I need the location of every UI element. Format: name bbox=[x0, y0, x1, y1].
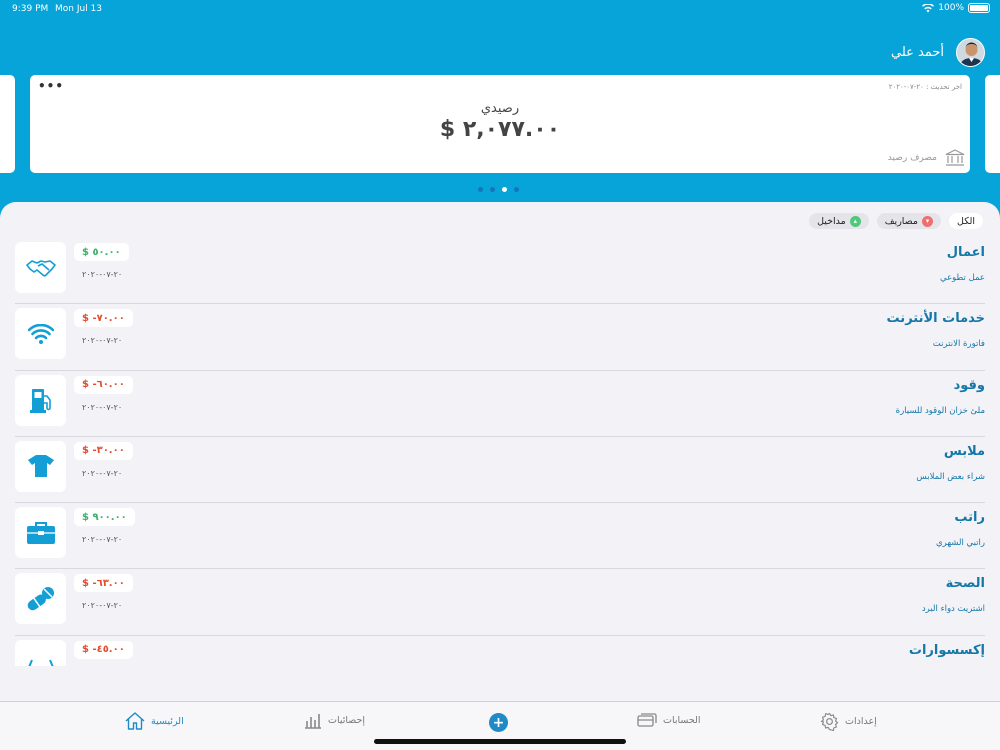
tab-stats[interactable]: إحصائيات bbox=[304, 712, 365, 729]
tab-home-label: الرئيسية bbox=[151, 715, 184, 727]
transaction-amount: $ -٦٣.٠٠ bbox=[74, 574, 133, 593]
card-menu-button[interactable]: ••• bbox=[38, 79, 64, 93]
transaction-subtitle: راتبي الشهري bbox=[936, 538, 985, 549]
transaction-row[interactable]: $ ٩٠٠.٠٠ ٢٠-٠٧-٢٠٢٠ راتب راتبي الشهري bbox=[15, 503, 985, 570]
filter-all-label: الكل bbox=[957, 215, 975, 227]
bank-icon bbox=[945, 149, 965, 166]
battery-icon bbox=[968, 3, 990, 13]
transaction-date: ٢٠-٠٧-٢٠٢٠ bbox=[82, 402, 123, 412]
transaction-title: راتب bbox=[954, 510, 985, 526]
transaction-icon-box bbox=[15, 507, 66, 559]
chevron-down-icon: ▾ bbox=[922, 215, 934, 227]
status-bar: 9:39 PM Mon Jul 13 100% bbox=[0, 0, 1000, 18]
transaction-row[interactable]: $ -٧٠.٠٠ ٢٠-٠٧-٢٠٢٠ خدمات الأنترنت فاتور… bbox=[15, 304, 985, 371]
bank-label-row: مصرف رصيد bbox=[888, 149, 965, 167]
next-account-card[interactable] bbox=[985, 75, 1000, 173]
tab-settings[interactable]: إعدادات bbox=[820, 712, 877, 731]
filter-income[interactable]: مداخيل ▴ bbox=[809, 213, 869, 229]
transaction-row[interactable]: $ -٦٠.٠٠ ٢٠-٠٧-٢٠٢٠ وقود ملئ خزان الوقود… bbox=[15, 371, 985, 437]
transaction-title: خدمات الأنترنت bbox=[886, 311, 985, 327]
transaction-icon-box bbox=[15, 308, 66, 360]
card-pager[interactable] bbox=[478, 187, 519, 192]
transaction-amount: $ -٧٠.٠٠ bbox=[74, 309, 133, 328]
transaction-amount: $ ٥٠.٠٠ bbox=[74, 243, 129, 261]
transaction-amount: $ ٩٠٠.٠٠ bbox=[74, 508, 135, 527]
transactions-sheet: الكل مصاريف ▾ مداخيل ▴ $ ٥٠.٠٠ ٢٠-٠٧-٢٠٢٠ … bbox=[0, 202, 1000, 702]
filter-all[interactable]: الكل bbox=[949, 213, 983, 229]
tab-stats-label: إحصائيات bbox=[328, 715, 365, 726]
tab-home[interactable]: الرئيسية bbox=[125, 712, 184, 730]
tab-accounts[interactable]: الحسابات bbox=[637, 712, 701, 728]
cards-icon bbox=[637, 713, 657, 727]
transaction-date: ٢٠-٠٧-٢٠٢٠ bbox=[82, 601, 123, 611]
transaction-row[interactable]: $ -٣٠.٠٠ ٢٠-٠٧-٢٠٢٠ ملابس شراء بعض الملا… bbox=[15, 437, 985, 504]
bar-chart-icon bbox=[305, 714, 321, 729]
transaction-subtitle: شراء بعض الملابس bbox=[916, 471, 985, 482]
transaction-row[interactable]: $ ٥٠.٠٠ ٢٠-٠٧-٢٠٢٠ اعمال عمل تطوعي bbox=[15, 238, 985, 305]
transaction-title: الصحة bbox=[945, 576, 985, 592]
pager-dot[interactable] bbox=[514, 187, 519, 192]
transaction-date: ٢٠-٠٧-٢٠٢٠ bbox=[82, 336, 123, 346]
pager-dot[interactable] bbox=[490, 187, 495, 192]
balance-amount: $ ٢,٠٧٧.٠٠ bbox=[439, 117, 561, 142]
transaction-subtitle: فاتورة الانترنت bbox=[932, 339, 985, 350]
transaction-title: ملابس bbox=[943, 443, 985, 459]
previous-account-card[interactable] bbox=[0, 75, 15, 173]
home-icon bbox=[125, 712, 145, 730]
balance-card[interactable]: ••• اخر تحديث : ٢٠-٠٧-٢٠٢٠ رصيدي $ ٢,٠٧٧… bbox=[30, 75, 970, 173]
handshake-icon bbox=[25, 259, 56, 277]
transaction-icon-box bbox=[15, 440, 66, 492]
glasses-icon bbox=[28, 659, 53, 666]
add-transaction-button[interactable]: + bbox=[489, 713, 508, 732]
transaction-subtitle: اشتريت دواء البرد bbox=[921, 604, 985, 615]
avatar[interactable] bbox=[956, 38, 985, 67]
pager-dot[interactable] bbox=[502, 187, 507, 192]
briefcase-icon bbox=[26, 521, 55, 544]
user-profile[interactable]: أحمد علي bbox=[891, 38, 985, 67]
user-name: أحمد علي bbox=[890, 45, 944, 60]
tab-settings-label: إعدادات bbox=[845, 716, 877, 727]
transaction-title: اعمال bbox=[946, 245, 985, 260]
transaction-title: إكسسوارات bbox=[908, 642, 985, 658]
tab-accounts-label: الحسابات bbox=[663, 714, 701, 726]
wifi-icon bbox=[27, 323, 54, 344]
transaction-icon-box bbox=[15, 242, 66, 293]
wifi-status-icon bbox=[922, 3, 935, 12]
transaction-title: وقود bbox=[953, 377, 985, 393]
tshirt-icon bbox=[27, 455, 54, 478]
transaction-date: ٢٠-٠٧-٢٠٢٠ bbox=[82, 535, 123, 545]
last-updated: اخر تحديث : ٢٠-٠٧-٢٠٢٠ bbox=[888, 83, 962, 91]
pager-dot[interactable] bbox=[478, 187, 483, 192]
filter-expenses-label: مصاريف bbox=[884, 215, 919, 227]
transaction-icon-box bbox=[15, 573, 66, 625]
transaction-subtitle: ملئ خزان الوقود للسيارة bbox=[895, 405, 985, 416]
transaction-icon-box bbox=[15, 374, 66, 426]
transaction-row[interactable]: $ -٦٣.٠٠ ٢٠-٠٧-٢٠٢٠ الصحة اشتريت دواء ال… bbox=[15, 569, 985, 636]
transaction-row[interactable]: $ -٤٥.٠٠ إكسسوارات bbox=[15, 636, 985, 666]
transaction-list[interactable]: $ ٥٠.٠٠ ٢٠-٠٧-٢٠٢٠ اعمال عمل تطوعي $ -٧٠… bbox=[15, 238, 985, 666]
status-time: 9:39 PM bbox=[12, 4, 49, 14]
filter-expenses[interactable]: مصاريف ▾ bbox=[876, 213, 942, 229]
balance-label: رصيدي bbox=[480, 101, 520, 116]
pills-icon bbox=[27, 586, 54, 611]
status-right: 100% bbox=[922, 3, 990, 13]
gear-icon bbox=[820, 712, 839, 731]
filter-chips: الكل مصاريف ▾ مداخيل ▴ bbox=[809, 213, 983, 229]
filter-income-label: مداخيل bbox=[817, 215, 846, 227]
transaction-amount: $ -٦٠.٠٠ bbox=[74, 375, 133, 394]
transaction-date: ٢٠-٠٧-٢٠٢٠ bbox=[82, 468, 123, 478]
transaction-amount: $ -٤٥.٠٠ bbox=[74, 640, 133, 659]
battery-percent: 100% bbox=[938, 3, 964, 13]
transaction-date: ٢٠-٠٧-٢٠٢٠ bbox=[82, 270, 123, 279]
transaction-amount: $ -٣٠.٠٠ bbox=[74, 441, 133, 460]
transaction-subtitle: عمل تطوعي bbox=[939, 273, 985, 283]
transaction-icon-box bbox=[15, 639, 66, 666]
home-indicator bbox=[374, 739, 626, 744]
status-date: Mon Jul 13 bbox=[55, 4, 103, 14]
chevron-up-icon: ▴ bbox=[849, 215, 861, 227]
fuel-pump-icon bbox=[29, 389, 51, 414]
bank-name: مصرف رصيد bbox=[887, 153, 937, 163]
